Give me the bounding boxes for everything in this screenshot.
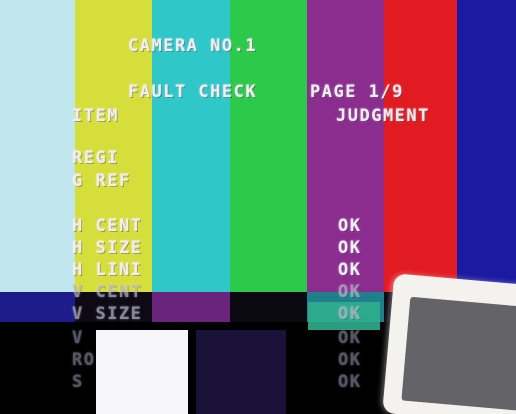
reverse-bar-black-2 <box>230 292 307 322</box>
item-label: H SIZE <box>72 238 143 258</box>
color-bar-white <box>0 0 75 292</box>
item-status: OK <box>338 216 362 236</box>
item-label: RO <box>72 350 96 370</box>
item-label: REGI <box>72 148 119 168</box>
item-status: OK <box>338 238 362 258</box>
color-bar-blue <box>457 0 516 292</box>
reverse-bar-blue <box>0 292 75 322</box>
item-label: S <box>72 372 84 392</box>
color-bar-red <box>384 0 457 292</box>
judgment-column-header: JUDGMENT <box>336 106 430 126</box>
item-status: OK <box>338 282 362 302</box>
page-indicator: PAGE 1/9 <box>310 82 404 102</box>
pluge-dark-purple <box>196 330 286 414</box>
item-status: OK <box>338 350 362 370</box>
reverse-bar-magenta <box>152 292 230 322</box>
item-status: OK <box>338 304 362 324</box>
item-label: H CENT <box>72 216 143 236</box>
item-status: OK <box>338 328 362 348</box>
item-column-header: ITEM <box>72 106 119 126</box>
item-label: G REF <box>72 171 131 191</box>
item-label: V SIZE <box>72 304 143 324</box>
item-status: OK <box>338 260 362 280</box>
item-label: V CENT <box>72 282 143 302</box>
item-label: H LINI <box>72 260 143 280</box>
item-label: V <box>72 328 84 348</box>
foreground-monitor-screen <box>401 296 516 412</box>
light-glare <box>96 330 188 414</box>
camera-number: CAMERA NO.1 <box>128 36 258 56</box>
camera-monitor-display: CAMERA NO.1 FAULT CHECK PAGE 1/9 ITEM JU… <box>0 0 516 414</box>
screen-title: FAULT CHECK <box>128 82 258 102</box>
item-status: OK <box>338 372 362 392</box>
foreground-monitor <box>382 273 516 414</box>
